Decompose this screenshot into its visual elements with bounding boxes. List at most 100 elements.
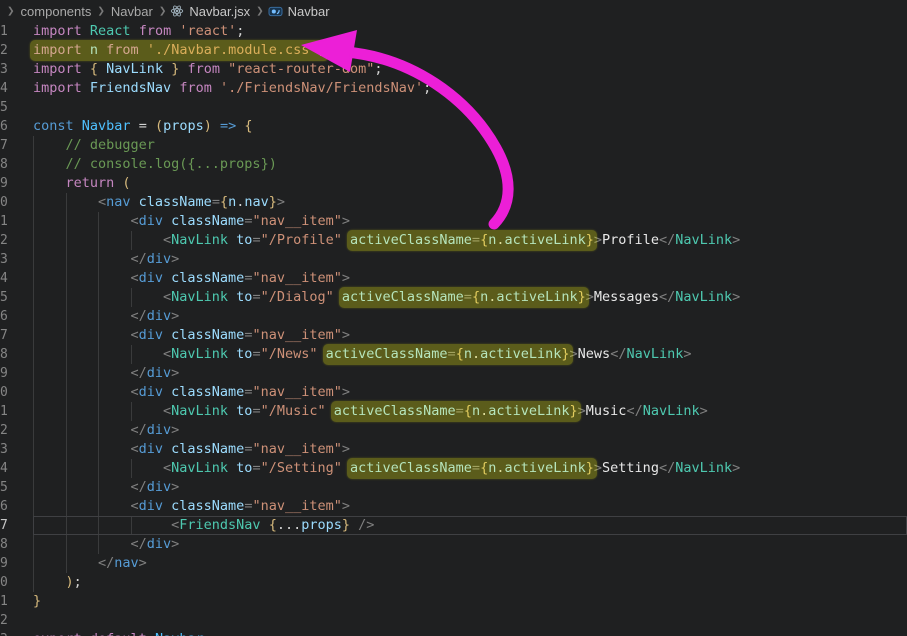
indent-guide (98, 421, 131, 440)
code-line[interactable]: 4 <div className="nav__item"> (0, 269, 907, 288)
indent-guide (130, 516, 164, 535)
indent-guide (33, 554, 66, 573)
indent-guide (65, 440, 99, 459)
line-number: 3 (0, 442, 8, 457)
code-line-content: } (33, 593, 42, 609)
code-line[interactable]: 7 // debugger (0, 136, 907, 155)
code-line[interactable]: 9 </nav> (0, 554, 907, 573)
indent-guide (98, 535, 131, 554)
code-line[interactable]: 1 <NavLink to="/Music" activeClassName={n… (0, 401, 907, 422)
line-number: 2 (0, 233, 8, 248)
code-line-content: // debugger (33, 136, 907, 155)
code-line[interactable]: 2 </div> (0, 421, 907, 440)
code-line-content: import { NavLink } from "react-router-do… (33, 61, 383, 77)
code-line-content: export default Navbar (33, 630, 907, 636)
code-line[interactable]: 8 // console.log({...props}) (0, 155, 907, 174)
code-line[interactable]: 6 const Navbar = (props) => { (0, 117, 907, 136)
line-number: 5 (0, 100, 8, 115)
indent-guide (33, 212, 66, 231)
code-line-content: </div> (33, 535, 907, 554)
code-line[interactable]: 6 <div className="nav__item"> (0, 497, 907, 516)
code-line[interactable]: 2 <NavLink to="/Profile" activeClassName=… (0, 230, 907, 251)
code-line[interactable]: 8 <NavLink to="/News" activeClassName={n.… (0, 344, 907, 365)
code-line[interactable]: 0 <nav className={n.nav}> (0, 193, 907, 212)
code-line[interactable]: 0 <div className="nav__item"> (0, 383, 907, 402)
line-number: 8 (0, 537, 8, 552)
indent-guide (33, 231, 66, 250)
line-number: 5 (0, 480, 8, 495)
symbol-variable-icon (268, 5, 283, 18)
code-line[interactable]: 9 </div> (0, 364, 907, 383)
breadcrumb-item-components[interactable]: components (19, 4, 94, 19)
code-line[interactable]: 1} (0, 592, 907, 611)
code-line-content: <NavLink to="/Setting" activeClassName={… (33, 458, 907, 479)
code-line-content: import React from 'react'; (33, 23, 245, 39)
code-line-content: <NavLink to="/News" activeClassName={n.a… (33, 344, 907, 365)
indent-guide (65, 250, 99, 269)
indent-guide (98, 440, 131, 459)
indent-guide (98, 402, 131, 421)
indent-guide (33, 155, 66, 174)
indent-guide (33, 383, 66, 402)
code-line-content: </div> (33, 307, 907, 326)
indent-guide (33, 345, 66, 364)
indent-guide (98, 364, 131, 383)
code-line[interactable]: 5 <NavLink to="/Dialog" activeClassName={… (0, 287, 907, 308)
indent-guide (98, 459, 131, 478)
code-line[interactable]: 2 import n from './Navbar.module.css'; (0, 40, 907, 61)
react-file-icon (170, 4, 184, 18)
code-line[interactable]: 7 <FriendsNav {...props} /> (0, 516, 907, 535)
code-line-content: </div> (33, 478, 907, 497)
line-number: 6 (0, 119, 8, 134)
line-number: 2 (0, 43, 8, 58)
breadcrumb: ❯ components ❯ Navbar ❯ Navbar.jsx ❯ Nav… (0, 0, 907, 22)
line-number: 0 (0, 385, 8, 400)
code-line-content: <NavLink to="/Music" activeClassName={n.… (33, 401, 907, 422)
indent-guide (33, 516, 66, 535)
indent-guide (130, 345, 164, 364)
code-line[interactable]: 7 <div className="nav__item"> (0, 326, 907, 345)
code-line[interactable]: 5 </div> (0, 478, 907, 497)
code-line[interactable]: 8 </div> (0, 535, 907, 554)
code-line[interactable]: 3export default Navbar (0, 630, 907, 636)
code-line[interactable]: 9 return ( (0, 174, 907, 193)
indent-guide (98, 250, 131, 269)
line-number: 4 (0, 271, 8, 286)
code-line[interactable]: 3 import { NavLink } from "react-router-d… (0, 60, 907, 79)
line-number: 7 (0, 138, 8, 153)
code-line-content: <NavLink to="/Dialog" activeClassName={n… (33, 287, 907, 308)
code-line[interactable]: 6 </div> (0, 307, 907, 326)
code-line[interactable]: 4 import FriendsNav from './FriendsNav/Fr… (0, 79, 907, 98)
code-line[interactable]: 0); (0, 573, 907, 592)
indent-guide (65, 478, 99, 497)
code-line[interactable]: 2 (0, 611, 907, 630)
indent-guide (98, 269, 131, 288)
indent-guide (65, 326, 99, 345)
line-number: 4 (0, 461, 8, 476)
code-line-content: </div> (33, 364, 907, 383)
indent-guide (98, 231, 131, 250)
code-line[interactable]: 3 <div className="nav__item"> (0, 440, 907, 459)
line-number: 9 (0, 176, 8, 191)
highlighter-mark: activeClassName={n.activeLink} (322, 344, 573, 365)
breadcrumb-item-navbar-jsx[interactable]: Navbar.jsx (170, 4, 252, 19)
breadcrumb-item-navbar-symbol[interactable]: Navbar (268, 4, 332, 19)
vscode-editor-window: { "breadcrumb": { "items": [ { "label": … (0, 0, 907, 636)
code-line[interactable]: 3 </div> (0, 250, 907, 269)
code-line[interactable]: 4 <NavLink to="/Setting" activeClassName=… (0, 458, 907, 479)
code-line[interactable]: 1 import React from 'react'; (0, 22, 907, 41)
code-line-content: <div className="nav__item"> (33, 269, 907, 288)
code-line[interactable]: 5 (0, 98, 907, 117)
line-number: 6 (0, 309, 8, 324)
code-line[interactable]: 1 <div className="nav__item"> (0, 212, 907, 231)
indent-guide (33, 421, 66, 440)
code-line-content: <div className="nav__item"> (33, 212, 907, 231)
code-line-content (33, 98, 907, 117)
indent-guide (130, 288, 164, 307)
line-number: 2 (0, 423, 8, 438)
breadcrumb-item-navbar-folder[interactable]: Navbar (109, 4, 155, 19)
code-editor[interactable]: 1 import React from 'react'; 2 import n fro… (0, 22, 907, 636)
indent-guide (130, 231, 164, 250)
indent-guide (33, 573, 66, 592)
indent-guide (65, 497, 99, 516)
